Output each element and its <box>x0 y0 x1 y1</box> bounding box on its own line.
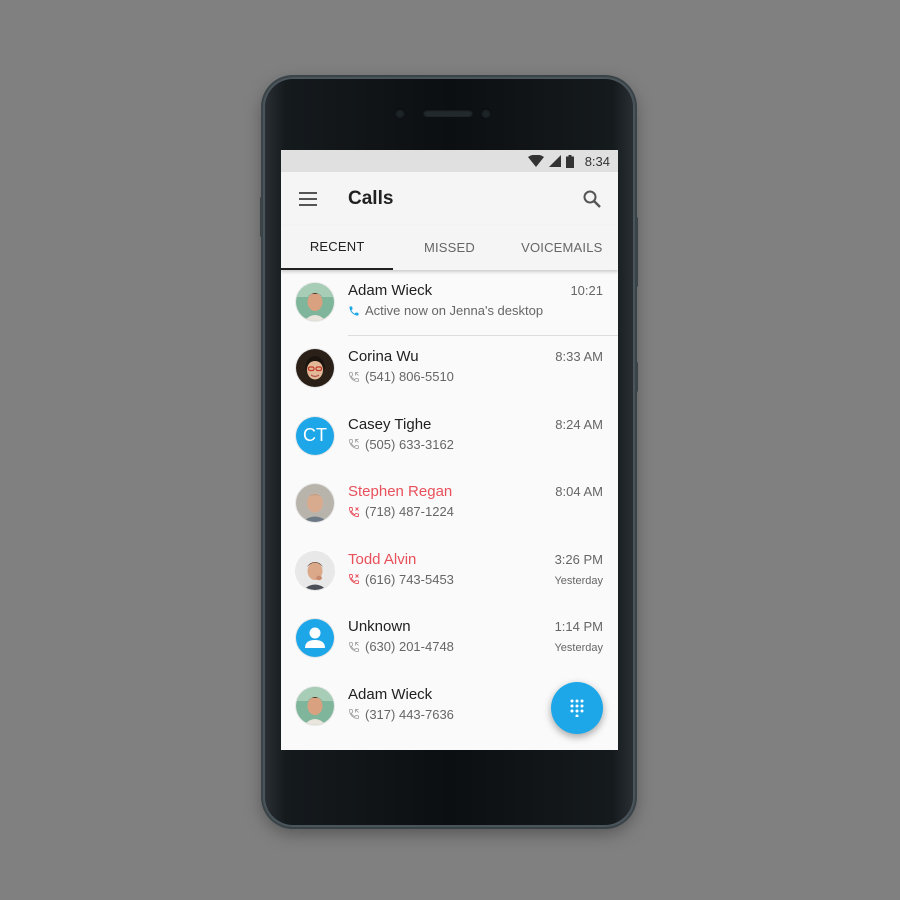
call-row[interactable]: Todd Alvin (616) 743-5453 3:26 PM Yester… <box>281 539 618 607</box>
contact-name: Stephen Regan <box>348 483 453 500</box>
avatar <box>296 686 334 725</box>
tab-bar: RECENT MISSED VOICEMAILS <box>281 225 618 270</box>
phone-number: (616) 743-5453 <box>365 571 454 587</box>
power-button <box>635 362 638 392</box>
avatar <box>296 283 334 321</box>
dialpad-icon <box>570 699 584 717</box>
menu-icon[interactable] <box>299 192 317 206</box>
page-title: Calls <box>348 188 394 209</box>
dialpad-button[interactable] <box>551 682 603 734</box>
phone-number: (317) 443-7636 <box>365 706 454 722</box>
call-detail: Active now on Jenna's desktop <box>365 303 544 318</box>
phone-missed-icon <box>349 506 359 517</box>
phone-incoming-icon <box>349 641 359 652</box>
search-icon[interactable] <box>582 189 602 209</box>
phone-number: (630) 201-4748 <box>365 639 454 654</box>
app-bar: Calls <box>281 172 618 225</box>
earpiece-speaker <box>423 109 473 117</box>
status-time: 8:34 <box>584 153 610 169</box>
call-row[interactable]: Corina Wu (541) 806-5510 8:33 AM <box>281 336 618 404</box>
tab-voicemails[interactable]: VOICEMAILS <box>506 225 618 270</box>
side-button <box>635 217 638 287</box>
phone-number: (541) 806-5510 <box>365 369 454 384</box>
call-row[interactable]: CT Casey Tighe (505) 633-3162 8:24 AM <box>281 404 618 472</box>
call-list: Adam Wieck Active now on Jenna's desktop… <box>281 270 618 741</box>
phone-incoming-icon <box>349 371 359 382</box>
avatar <box>296 484 334 522</box>
signal-icon <box>548 155 561 167</box>
phone-active-icon <box>349 306 359 315</box>
avatar <box>296 349 334 387</box>
wifi-icon <box>527 155 544 167</box>
contact-name: Unknown <box>348 618 411 635</box>
call-time: 8:33 AM <box>555 349 603 364</box>
contact-name: Adam Wieck <box>348 685 433 703</box>
phone-incoming-icon <box>349 439 359 449</box>
call-row[interactable]: Adam Wieck Active now on Jenna's desktop… <box>281 270 618 336</box>
phone-device: 8:34 Calls RECENT MISSED VOICEMAILS Adam… <box>260 77 638 827</box>
call-time: 1:14 PM <box>554 619 603 634</box>
tab-missed[interactable]: MISSED <box>393 225 505 270</box>
call-time: 10:21 <box>570 283 603 298</box>
person-icon <box>305 627 325 648</box>
phone-number: (505) 633-3162 <box>365 436 454 452</box>
battery-icon <box>565 154 574 168</box>
front-camera <box>481 108 491 118</box>
call-row[interactable]: Stephen Regan (718) 487-1224 8:04 AM <box>281 471 618 539</box>
volume-button <box>260 197 263 237</box>
contact-name: Corina Wu <box>348 348 419 365</box>
avatar <box>296 551 334 590</box>
call-row[interactable]: Unknown (630) 201-4748 1:14 PM Yesterday <box>281 606 618 674</box>
contact-name: Adam Wieck <box>348 282 433 299</box>
phone-missed-icon <box>349 574 359 584</box>
call-time: 8:04 AM <box>555 484 603 499</box>
call-time: 8:24 AM <box>555 416 603 432</box>
tab-recent[interactable]: RECENT <box>281 225 394 270</box>
contact-name: Todd Alvin <box>348 550 417 568</box>
call-time: 3:26 PM <box>554 551 603 567</box>
screen: 8:34 Calls RECENT MISSED VOICEMAILS Adam… <box>281 150 618 750</box>
phone-incoming-icon <box>349 709 359 719</box>
phone-number: (718) 487-1224 <box>365 504 454 519</box>
proximity-sensor <box>395 108 405 118</box>
avatar-unknown <box>296 619 334 657</box>
call-day: Yesterday <box>554 574 603 587</box>
call-day: Yesterday <box>554 642 603 654</box>
contact-name: Casey Tighe <box>348 415 432 433</box>
avatar-initials: CT <box>296 416 334 455</box>
status-bar: 8:34 <box>281 150 618 172</box>
